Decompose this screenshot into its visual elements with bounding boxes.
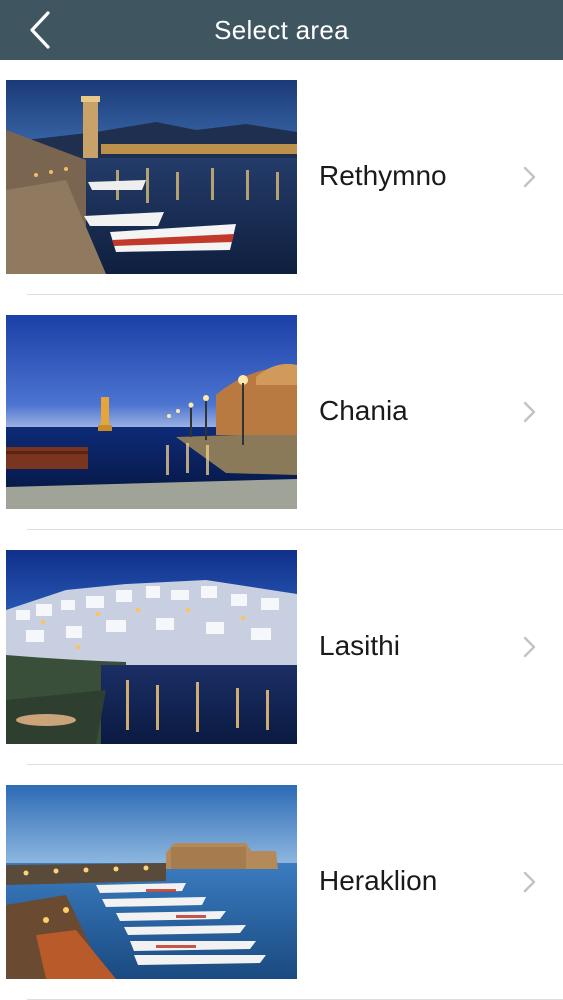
area-photo-rethymno [6,80,297,274]
page-title: Select area [214,14,349,45]
area-name: Rethymno [319,160,447,191]
area-name: Chania [319,395,408,426]
navigation-bar: Select area [0,0,563,60]
area-photo-chania [6,315,297,509]
area-photo-heraklion [6,785,297,979]
chevron-right-icon [523,401,536,423]
area-name: Lasithi [319,630,400,661]
area-name: Heraklion [319,865,438,896]
back-button[interactable] [22,10,58,50]
area-photo-lasithi [6,550,297,744]
area-row-lasithi[interactable]: Lasithi [0,530,563,765]
area-row-chania[interactable]: Chania [0,295,563,530]
chevron-left-icon [30,11,50,49]
area-row-heraklion[interactable]: Heraklion [0,765,563,1000]
chevron-right-icon [523,871,536,893]
chevron-right-icon [523,636,536,658]
area-row-rethymno[interactable]: Rethymno [0,60,563,295]
chevron-right-icon [523,166,536,188]
area-list: Rethymno Chania Lasithi Heraklion [0,60,563,1000]
